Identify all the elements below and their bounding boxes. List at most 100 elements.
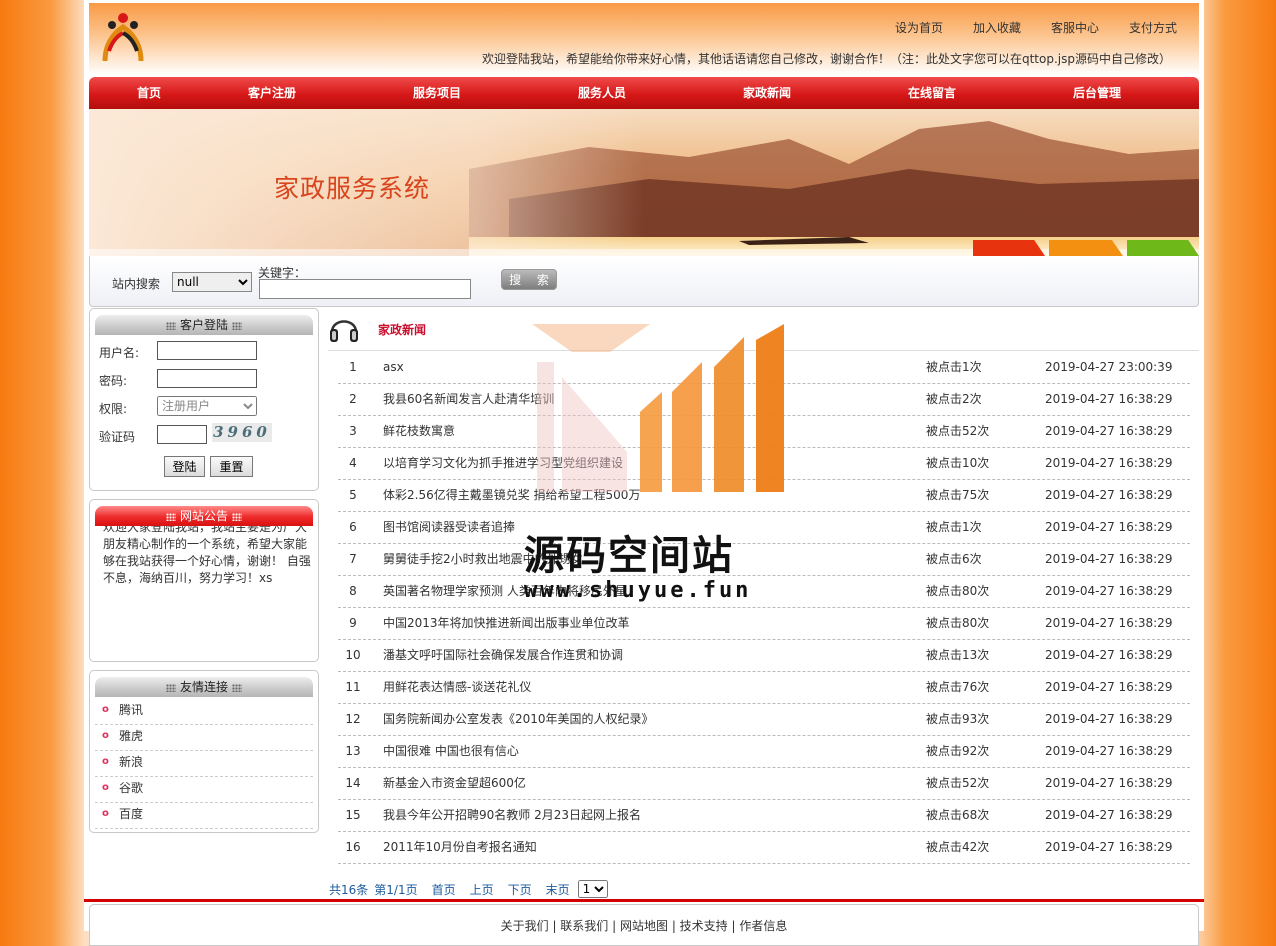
search-button[interactable]: 搜 索	[501, 269, 557, 290]
news-row: 1 asx 被点击1次 2019-04-27 23:00:39	[338, 352, 1190, 384]
news-row-index: 1	[349, 360, 357, 374]
news-row-index: 9	[349, 616, 357, 630]
news-row-title-link[interactable]: 中国很难 中国也很有信心	[383, 736, 903, 767]
news-row-title-link[interactable]: 新基金入市资金望超600亿	[383, 768, 903, 799]
news-row-click-count: 被点击1次	[926, 360, 982, 374]
news-row: 15 我县今年公开招聘90名教师 2月23日起网上报名 被点击68次 2019-04-…	[338, 800, 1190, 832]
nav-home[interactable]: 首页	[137, 77, 161, 109]
nav-services[interactable]: 服务项目	[413, 77, 461, 109]
friend-link-item[interactable]: o 百度	[95, 802, 313, 829]
news-row-date: 2019-04-27 23:00:39	[1045, 360, 1173, 374]
news-row-index: 7	[349, 552, 357, 566]
news-row: 5 体彩2.56亿得主戴墨镜兑奖 捐给希望工程500万 被点击75次 2019-04-…	[338, 480, 1190, 512]
news-row-click-count: 被点击68次	[926, 808, 990, 822]
news-row-title-link[interactable]: 以培育学习文化为抓手推进学习型党组织建设	[383, 448, 903, 479]
news-row-click-count: 被点击80次	[926, 584, 990, 598]
password-input[interactable]	[157, 369, 257, 388]
page-container: 设为首页 加入收藏 客服中心 支付方式 欢迎登陆我站，希望能给你带来好心情，其他…	[84, 0, 1204, 946]
pager-next[interactable]: 下页	[508, 881, 532, 898]
friend-links-title: 友情连接	[95, 677, 313, 697]
news-row: 8 英国著名物理学家预测 人类百年内将移民外星 被点击80次 2019-04-27 1…	[338, 576, 1190, 608]
news-section-title[interactable]: 家政新闻	[378, 321, 426, 338]
dots-icon	[165, 322, 176, 330]
bullet-icon: o	[102, 808, 109, 819]
pager-last[interactable]: 末页	[546, 881, 570, 898]
news-row-index: 8	[349, 584, 357, 598]
payment-methods-link[interactable]: 支付方式	[1129, 19, 1177, 36]
customer-service-link[interactable]: 客服中心	[1051, 19, 1099, 36]
friend-link-item[interactable]: o 雅虎	[95, 724, 313, 751]
login-button[interactable]: 登陆	[164, 456, 205, 477]
news-row: 7 舅舅徒手挖2小时救出地震中的外甥女 被点击6次 2019-04-27 16:38:…	[338, 544, 1190, 576]
friend-link-item[interactable]: o 谷歌	[95, 776, 313, 803]
news-row-click-count: 被点击42次	[926, 840, 990, 854]
friend-link-item[interactable]: o 新浪	[95, 750, 313, 777]
news-row-title-link[interactable]: 我县今年公开招聘90名教师 2月23日起网上报名	[383, 800, 903, 831]
news-row-click-count: 被点击2次	[926, 392, 982, 406]
username-label: 用户名:	[99, 346, 140, 360]
news-row-date: 2019-04-27 16:38:29	[1045, 456, 1173, 470]
news-row-click-count: 被点击1次	[926, 520, 982, 534]
news-row: 10 潘基文呼吁国际社会确保发展合作连贯和协调 被点击13次 2019-04-27 1…	[338, 640, 1190, 672]
news-row-title-link[interactable]: 中国2013年将加快推进新闻出版事业单位改革	[383, 608, 903, 639]
site-logo[interactable]	[99, 11, 147, 69]
news-row-title-link[interactable]: 用鲜花表达情感-谈送花礼仪	[383, 672, 903, 703]
news-section-header: 家政新闻	[328, 308, 1199, 351]
news-row-title-link[interactable]: 鲜花枝数寓意	[383, 416, 903, 447]
news-row-date: 2019-04-27 16:38:29	[1045, 552, 1173, 566]
news-row-title-link[interactable]: 2011年10月份自考报名通知	[383, 832, 903, 863]
pager-select[interactable]: 1	[577, 880, 608, 898]
role-label: 权限:	[99, 402, 128, 416]
search-category-select[interactable]: null	[172, 272, 252, 292]
news-row-title-link[interactable]: 国务院新闻办公室发表《2010年美国的人权纪录》	[383, 704, 903, 735]
news-row: 6 图书馆阅读器受读者追捧 被点击1次 2019-04-27 16:38:29	[338, 512, 1190, 544]
news-row-date: 2019-04-27 16:38:29	[1045, 424, 1173, 438]
nav-admin[interactable]: 后台管理	[1073, 77, 1121, 109]
role-select[interactable]: 注册用户	[157, 396, 257, 416]
username-input[interactable]	[157, 341, 257, 360]
dots-icon	[165, 684, 176, 692]
dots-icon	[232, 684, 242, 692]
nav-staff[interactable]: 服务人员	[578, 77, 626, 109]
site-header: 设为首页 加入收藏 客服中心 支付方式 欢迎登陆我站，希望能给你带来好心情，其他…	[89, 3, 1199, 75]
pager-prev[interactable]: 上页	[470, 881, 494, 898]
nav-register[interactable]: 客户注册	[248, 77, 296, 109]
keyword-input[interactable]	[259, 279, 471, 299]
nav-messages[interactable]: 在线留言	[908, 77, 956, 109]
news-row-title-link[interactable]: 潘基文呼吁国际社会确保发展合作连贯和协调	[383, 640, 903, 671]
news-row-index: 14	[345, 776, 361, 790]
news-row-date: 2019-04-27 16:38:29	[1045, 616, 1173, 630]
news-row-date: 2019-04-27 16:38:29	[1045, 648, 1173, 662]
friend-link-item[interactable]: o 腾讯	[95, 698, 313, 725]
news-row-title-link[interactable]: 我县60名新闻发言人赴清华培训	[383, 384, 903, 415]
captcha-input[interactable]	[157, 425, 207, 444]
pager-first[interactable]: 首页	[432, 881, 456, 898]
news-row-click-count: 被点击80次	[926, 616, 990, 630]
news-row-title-link[interactable]: asx	[383, 352, 903, 383]
news-row-date: 2019-04-27 16:38:29	[1045, 776, 1173, 790]
news-row-index: 6	[349, 520, 357, 534]
dots-icon	[165, 513, 176, 521]
news-row-date: 2019-04-27 16:38:29	[1045, 808, 1173, 822]
friend-links-box: 友情连接 o 腾讯 o 雅虎 o 新浪 o 谷歌 o 百度	[89, 670, 319, 833]
site-footer: 关于我们 | 联系我们 | 网站地图 | 技术支持 | 作者信息	[89, 904, 1199, 946]
notice-box-title: 网站公告	[95, 506, 313, 526]
news-row: 9 中国2013年将加快推进新闻出版事业单位改革 被点击80次 2019-04-27 …	[338, 608, 1190, 640]
news-row-index: 4	[349, 456, 357, 470]
news-row-click-count: 被点击75次	[926, 488, 990, 502]
banner-landscape	[89, 109, 1199, 256]
dots-icon	[232, 513, 242, 521]
login-box-title: 客户登陆	[95, 315, 313, 335]
captcha-image[interactable]: 3960	[212, 423, 272, 442]
news-row-index: 12	[345, 712, 361, 726]
watermark-url: www.shuyue.fun	[524, 578, 752, 603]
set-homepage-link[interactable]: 设为首页	[895, 19, 943, 36]
news-row: 2 我县60名新闻发言人赴清华培训 被点击2次 2019-04-27 16:38:29	[338, 384, 1190, 416]
reset-button[interactable]: 重置	[210, 456, 253, 477]
nav-news[interactable]: 家政新闻	[743, 77, 791, 109]
news-row-click-count: 被点击6次	[926, 552, 982, 566]
add-favorite-link[interactable]: 加入收藏	[973, 19, 1021, 36]
pagination: 共16条 第1/1页 首页 上页 下页 末页 1	[329, 880, 608, 898]
footer-divider	[84, 899, 1204, 902]
news-row-title-link[interactable]: 体彩2.56亿得主戴墨镜兑奖 捐给希望工程500万	[383, 480, 903, 511]
